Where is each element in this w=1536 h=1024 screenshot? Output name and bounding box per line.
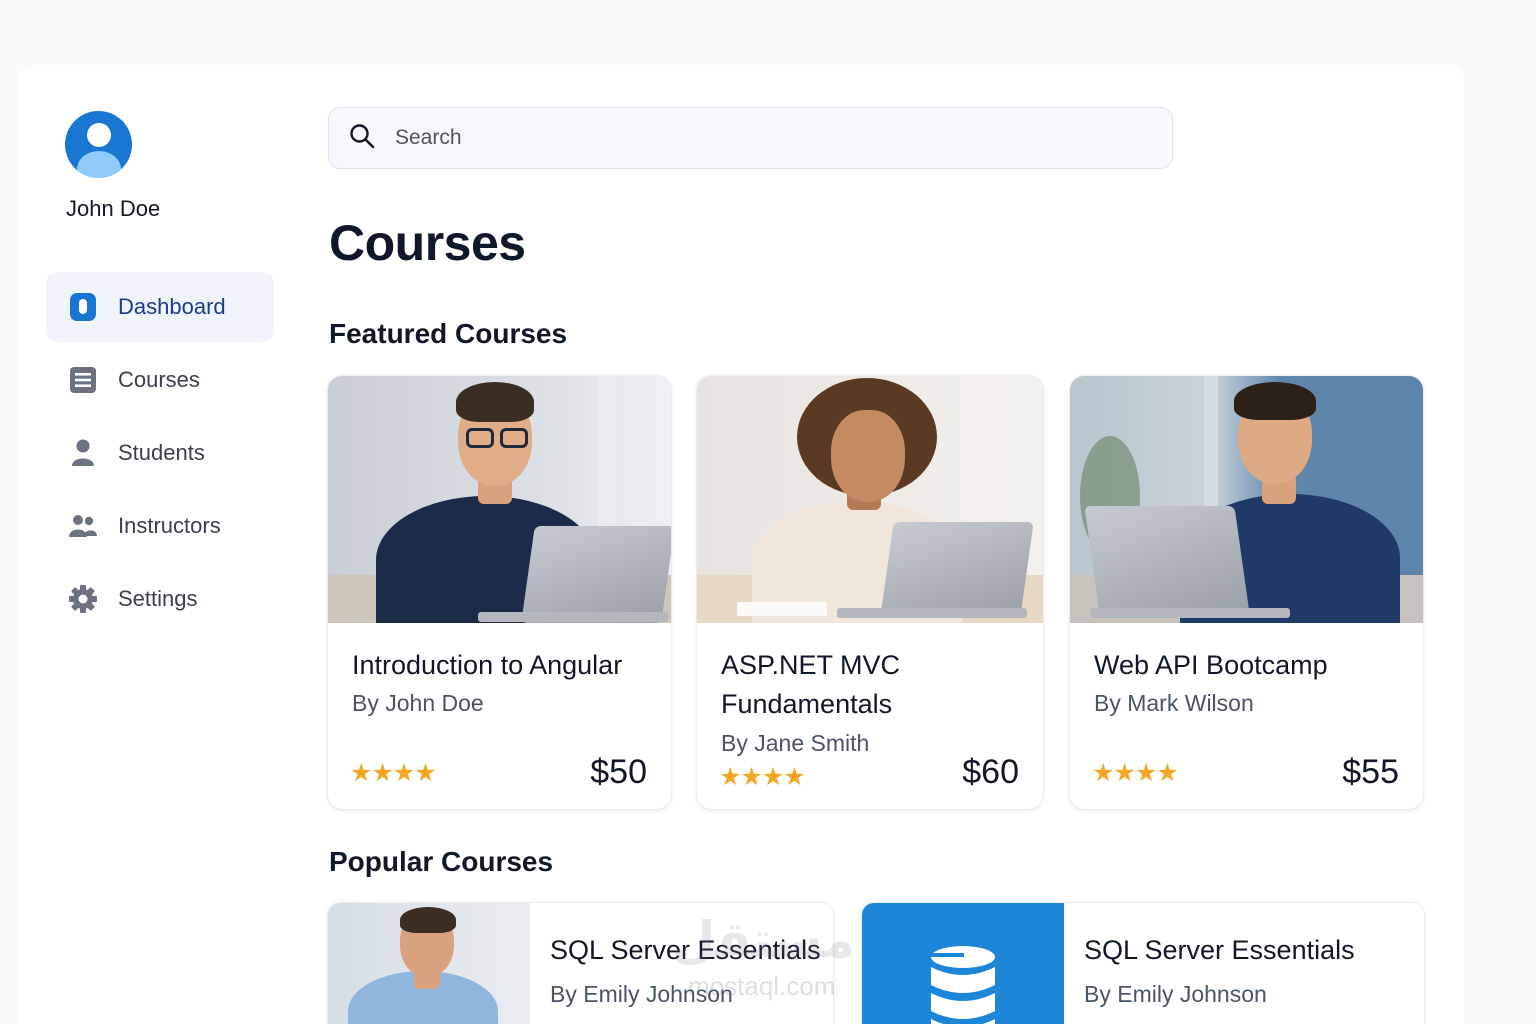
search-icon — [349, 123, 375, 154]
avatar-body — [77, 151, 121, 178]
course-price: $50 — [590, 753, 647, 791]
avatar[interactable] — [65, 111, 132, 178]
sidebar-item-instructors[interactable]: Instructors — [46, 491, 274, 561]
course-card[interactable]: ASP.NET MVC Fundamentals By Jane Smith ★… — [697, 376, 1043, 809]
course-image — [697, 376, 1043, 623]
course-card[interactable]: Web API Bootcamp By Mark Wilson ★★★★ $55 — [1070, 376, 1423, 809]
course-author: By John Doe — [352, 690, 484, 716]
rating-stars: ★★★★ — [350, 759, 437, 787]
sidebar-item-label: Settings — [118, 586, 198, 611]
course-card[interactable]: Introduction to Angular By John Doe ★★★★… — [328, 376, 671, 809]
course-title[interactable]: Web API Bootcamp — [1094, 646, 1328, 685]
course-image — [1070, 376, 1423, 623]
sidebar-item-students[interactable]: Students — [46, 418, 274, 488]
course-title[interactable]: Introduction to Angular — [352, 646, 622, 685]
user-name: John Doe — [66, 196, 161, 221]
sidebar-item-courses[interactable]: Courses — [46, 345, 274, 415]
course-author: By Emily Johnson — [1084, 981, 1267, 1007]
course-thumbnail — [862, 903, 1064, 1024]
course-thumbnail — [328, 903, 530, 1024]
courses-icon — [68, 365, 98, 395]
sidebar-item-settings[interactable]: Settings — [46, 564, 274, 634]
course-title[interactable]: SQL Server Essentials — [1084, 935, 1355, 966]
featured-heading: Featured Courses — [329, 318, 568, 349]
instructors-icon — [68, 511, 98, 541]
sidebar-item-label: Instructors — [118, 513, 221, 538]
course-author: By Emily Johnson — [550, 981, 733, 1007]
popular-course-card[interactable]: SQL Server Essentials By Emily Johnson — [862, 903, 1424, 1024]
avatar-head — [87, 123, 111, 147]
search-input[interactable] — [395, 126, 1155, 150]
course-price: $60 — [962, 753, 1019, 791]
rating-stars: ★★★★ — [719, 763, 806, 791]
sidebar-item-dashboard[interactable]: Dashboard — [46, 272, 274, 342]
student-icon — [68, 438, 98, 468]
course-author: By Jane Smith — [721, 730, 870, 756]
course-title[interactable]: SQL Server Essentials — [550, 935, 821, 966]
database-icon — [928, 946, 995, 1024]
sidebar-item-label: Dashboard — [118, 294, 226, 319]
course-author: By Mark Wilson — [1094, 690, 1254, 716]
popular-heading: Popular Courses — [329, 846, 554, 877]
course-image — [328, 376, 671, 623]
dashboard-icon — [68, 292, 98, 322]
search-bar[interactable] — [328, 107, 1173, 169]
sidebar-item-label: Courses — [118, 367, 200, 392]
course-price: $55 — [1342, 753, 1399, 791]
gear-icon — [68, 584, 98, 614]
popular-course-card[interactable]: SQL Server Essentials By Emily Johnson — [328, 903, 833, 1024]
course-title[interactable]: ASP.NET MVC Fundamentals — [721, 646, 1021, 724]
rating-stars: ★★★★ — [1092, 759, 1179, 787]
sidebar-item-label: Students — [118, 440, 205, 465]
page-title: Courses — [329, 215, 526, 271]
sidebar-nav: Dashboard Courses Students Instructors S… — [46, 272, 274, 637]
